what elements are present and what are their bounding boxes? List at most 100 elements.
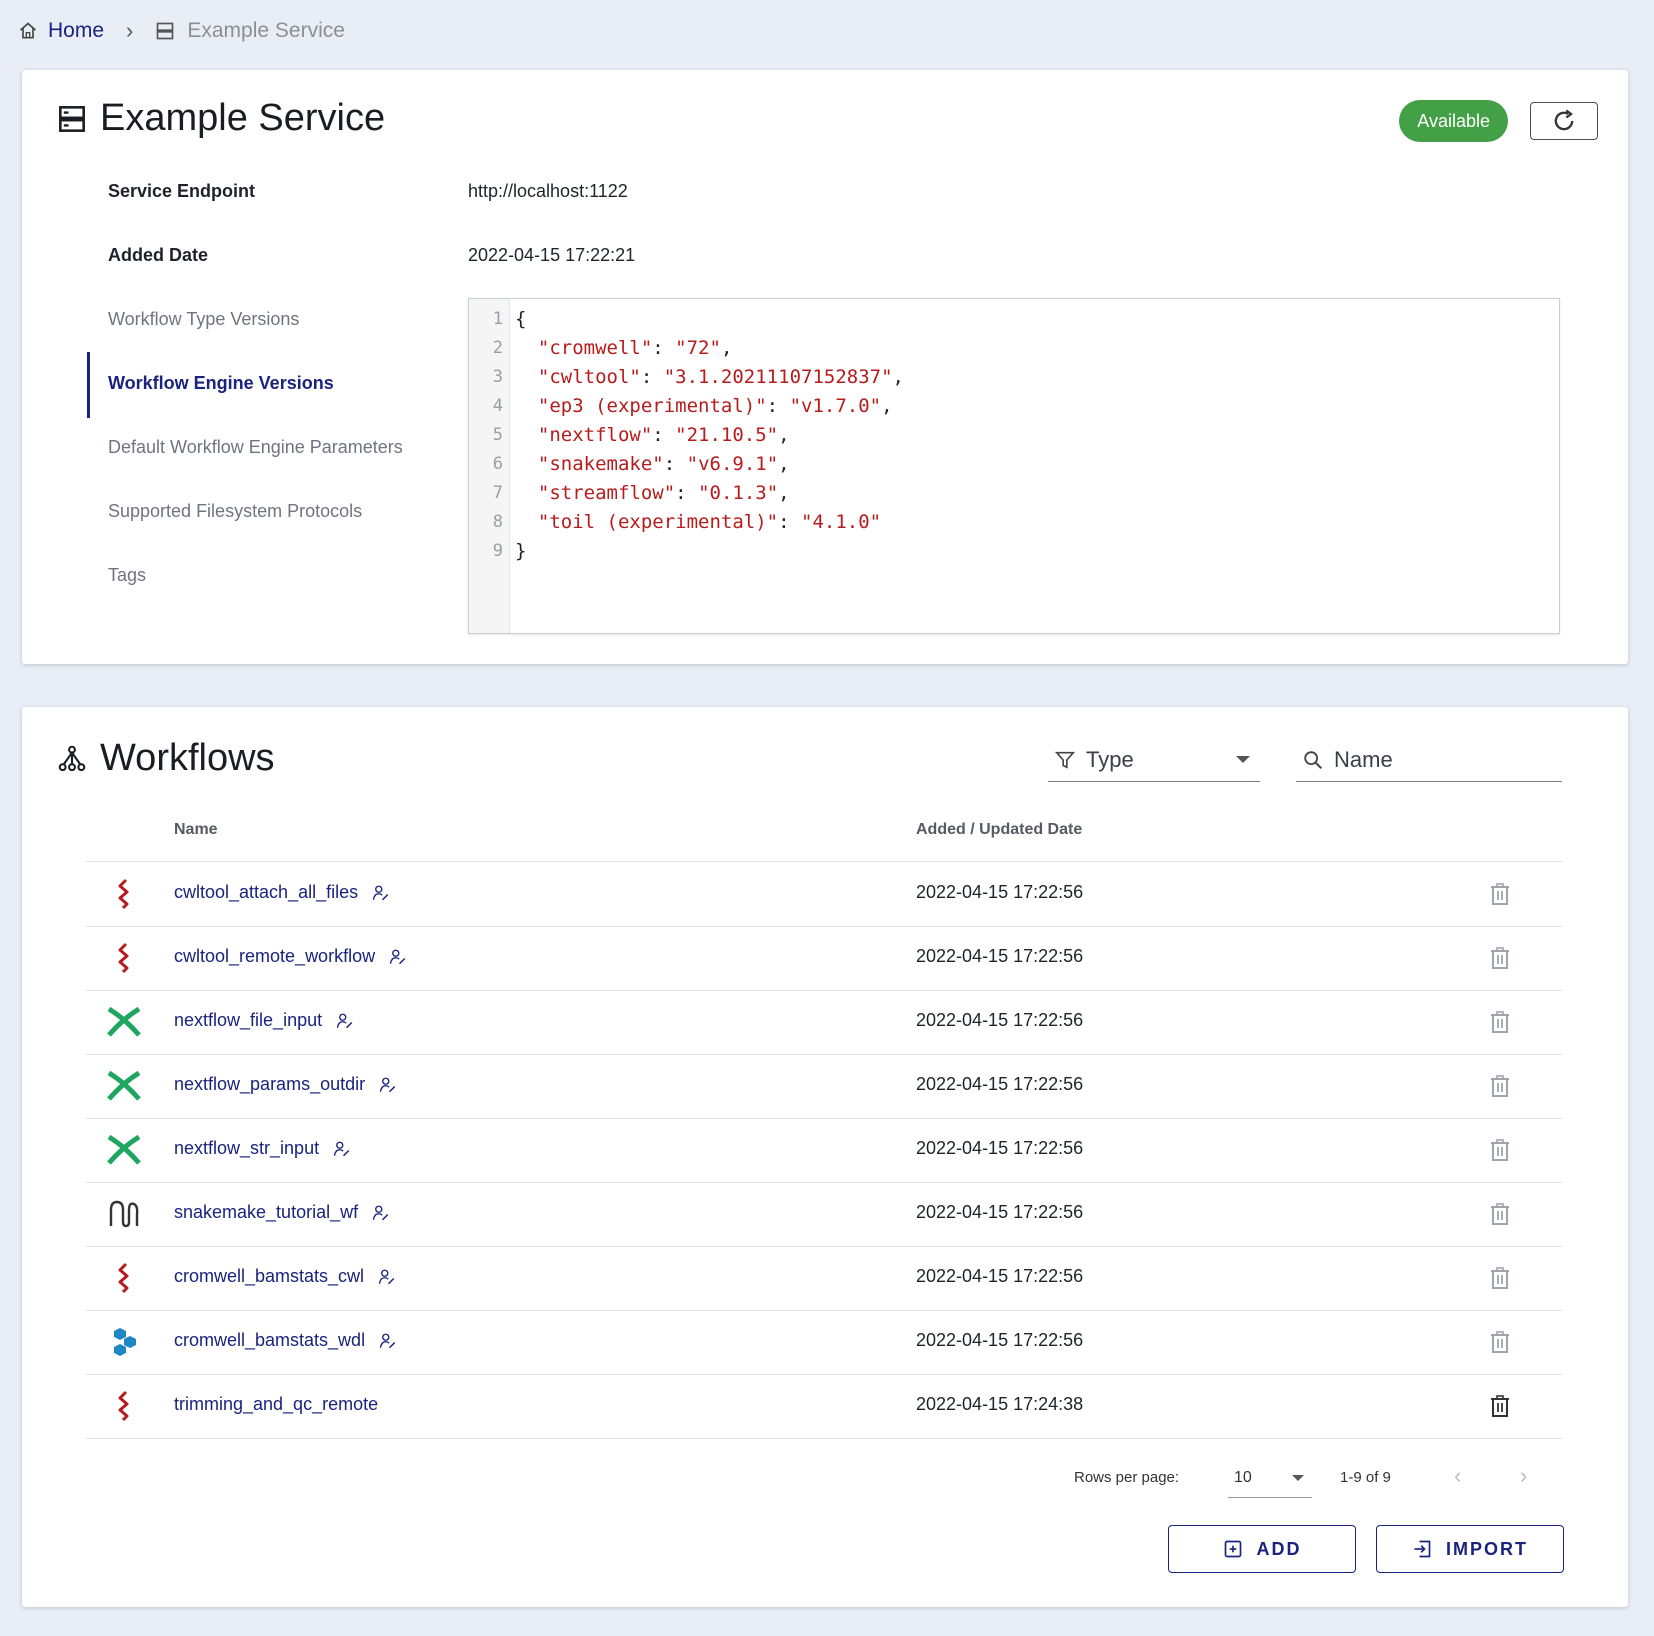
workflow-name[interactable]: snakemake_tutorial_wf [174, 1202, 358, 1223]
chevron-down-icon [1236, 756, 1250, 763]
table-row[interactable]: snakemake_tutorial_wf 2022-04-15 17:22:56 [86, 1182, 1562, 1247]
edit-user-icon[interactable] [372, 884, 390, 902]
refresh-button[interactable] [1530, 102, 1598, 140]
code-line: 6 "snakemake": "v6.9.1", [469, 450, 1559, 478]
code-line: 9} [469, 537, 1559, 565]
breadcrumb-current: Example Service [187, 19, 345, 42]
add-button[interactable]: ADD [1168, 1525, 1356, 1573]
service-endpoint-value: http://localhost:1122 [468, 181, 628, 201]
breadcrumb-home-link[interactable]: Home [48, 19, 104, 43]
rows-per-page-select[interactable]: 10 [1228, 1459, 1312, 1498]
table-row[interactable]: cwltool_attach_all_files 2022-04-15 17:22… [86, 862, 1562, 927]
code-line-number: 9 [492, 541, 503, 561]
code-line: 5 "nextflow": "21.10.5", [469, 421, 1559, 449]
import-button[interactable]: IMPORT [1376, 1525, 1564, 1573]
tab-workflow-type-versions[interactable]: Workflow Type Versions [108, 309, 299, 330]
workflow-date: 2022-04-15 17:22:56 [916, 1074, 1084, 1094]
snakemake-icon [109, 1200, 139, 1228]
code-line-text: "cromwell": "72", [537, 337, 733, 359]
table-header: Name Added / Updated Date [86, 797, 1562, 862]
delete-icon[interactable] [1488, 946, 1512, 970]
workflow-date: 2022-04-15 17:22:56 [916, 1266, 1084, 1286]
workflow-name[interactable]: cromwell_bamstats_wdl [174, 1330, 365, 1351]
name-search-input[interactable]: Name [1296, 739, 1562, 782]
tab-default-workflow-engine-parameters[interactable]: Default Workflow Engine Parameters [108, 437, 403, 458]
table-row[interactable]: cromwell_bamstats_wdl 2022-04-15 17:22:56 [86, 1310, 1562, 1375]
workflow-name-link[interactable]: cwltool_remote_workflow [174, 946, 407, 967]
workflow-name[interactable]: cwltool_remote_workflow [174, 946, 375, 967]
workflows-card: Workflows Type Name Name Added / Updated… [22, 707, 1628, 1607]
table-row[interactable]: cwltool_remote_workflow 2022-04-15 17:22:… [86, 926, 1562, 991]
code-line-number: 4 [492, 396, 503, 416]
delete-icon[interactable] [1488, 882, 1512, 906]
code-line: 1{ [469, 305, 1559, 333]
added-date-value: 2022-04-15 17:22:21 [468, 245, 636, 265]
delete-icon[interactable] [1488, 1138, 1512, 1162]
table-row[interactable]: nextflow_str_input 2022-04-15 17:22:56 [86, 1118, 1562, 1183]
added-date-label: Added Date [108, 245, 209, 265]
code-line-number: 8 [492, 512, 503, 532]
column-header-name[interactable]: Name [174, 821, 218, 839]
table-row[interactable]: trimming_and_qc_remote 2022-04-15 17:24:3… [86, 1374, 1562, 1439]
workflow-date: 2022-04-15 17:22:56 [916, 882, 1084, 902]
workflows-title: Workflows [58, 737, 275, 780]
code-line-number: 3 [492, 367, 503, 387]
edit-user-icon[interactable] [389, 948, 407, 966]
edit-user-icon[interactable] [336, 1012, 354, 1030]
nextflow-icon [107, 1006, 141, 1037]
edit-user-icon[interactable] [379, 1332, 397, 1350]
tab-workflow-engine-versions[interactable]: Workflow Engine Versions [108, 373, 334, 394]
code-viewer[interactable]: 1{2 "cromwell": "72", 3 "cwltool": "3.1.2… [468, 298, 1560, 634]
edit-user-icon[interactable] [378, 1268, 396, 1286]
code-line-text: "ep3 (experimental)": "v1.7.0", [537, 395, 893, 417]
table-row[interactable]: nextflow_params_outdir 2022-04-15 17:22:5… [86, 1054, 1562, 1119]
delete-icon[interactable] [1488, 1266, 1512, 1290]
add-box-icon [1224, 1540, 1241, 1558]
column-header-date[interactable]: Added / Updated Date [916, 821, 1082, 839]
table-row[interactable]: cromwell_bamstats_cwl 2022-04-15 17:22:56 [86, 1246, 1562, 1311]
delete-icon[interactable] [1488, 1010, 1512, 1034]
workflow-name[interactable]: nextflow_str_input [174, 1138, 319, 1159]
workflow-name-link[interactable]: trimming_and_qc_remote [174, 1394, 378, 1415]
workflow-name-link[interactable]: nextflow_params_outdir [174, 1074, 397, 1095]
service-title-text: Example Service [100, 97, 386, 139]
type-filter-select[interactable]: Type [1048, 739, 1260, 782]
delete-icon[interactable] [1488, 1074, 1512, 1098]
workflow-name[interactable]: cromwell_bamstats_cwl [174, 1266, 364, 1287]
delete-icon[interactable] [1488, 1330, 1512, 1354]
edit-user-icon[interactable] [379, 1076, 397, 1094]
service-endpoint-label: Service Endpoint [108, 181, 256, 201]
table-row[interactable]: nextflow_file_input 2022-04-15 17:22:56 [86, 990, 1562, 1055]
nextflow-icon [107, 1070, 141, 1101]
service-card: Example Service Available Service Endpoi… [22, 70, 1628, 664]
type-filter-label: Type [1086, 747, 1134, 772]
workflow-name-link[interactable]: cromwell_bamstats_cwl [174, 1266, 396, 1287]
workflow-name-link[interactable]: nextflow_file_input [174, 1010, 354, 1031]
workflow-date: 2022-04-15 17:22:56 [916, 1330, 1084, 1350]
workflow-name[interactable]: nextflow_file_input [174, 1010, 322, 1031]
workflow-name[interactable]: nextflow_params_outdir [174, 1074, 365, 1095]
delete-icon[interactable] [1488, 1394, 1512, 1418]
workflow-date: 2022-04-15 17:24:38 [916, 1394, 1084, 1414]
workflow-name-link[interactable]: snakemake_tutorial_wf [174, 1202, 390, 1223]
tab-tags[interactable]: Tags [108, 565, 146, 586]
previous-page-button[interactable]: ‹ [1454, 1463, 1461, 1489]
workflow-name[interactable]: trimming_and_qc_remote [174, 1394, 378, 1415]
import-icon [1414, 1540, 1431, 1558]
code-line-text: "streamflow": "0.1.3", [537, 482, 790, 504]
workflow-name-link[interactable]: nextflow_str_input [174, 1138, 351, 1159]
code-line-number: 7 [492, 483, 503, 503]
workflow-name-link[interactable]: cromwell_bamstats_wdl [174, 1330, 397, 1351]
code-line: 8 "toil (experimental)": "4.1.0" [469, 508, 1559, 536]
code-line: 3 "cwltool": "3.1.20211107152837", [469, 363, 1559, 391]
delete-icon[interactable] [1488, 1202, 1512, 1226]
edit-user-icon[interactable] [333, 1140, 351, 1158]
tab-supported-filesystem-protocols[interactable]: Supported Filesystem Protocols [108, 501, 362, 522]
workflow-name-link[interactable]: cwltool_attach_all_files [174, 882, 390, 903]
workflow-name[interactable]: cwltool_attach_all_files [174, 882, 358, 903]
name-search-placeholder: Name [1334, 747, 1393, 772]
edit-user-icon[interactable] [372, 1204, 390, 1222]
chevron-down-icon [1292, 1475, 1304, 1481]
cwl-icon [118, 1262, 129, 1294]
next-page-button[interactable]: › [1520, 1463, 1527, 1489]
